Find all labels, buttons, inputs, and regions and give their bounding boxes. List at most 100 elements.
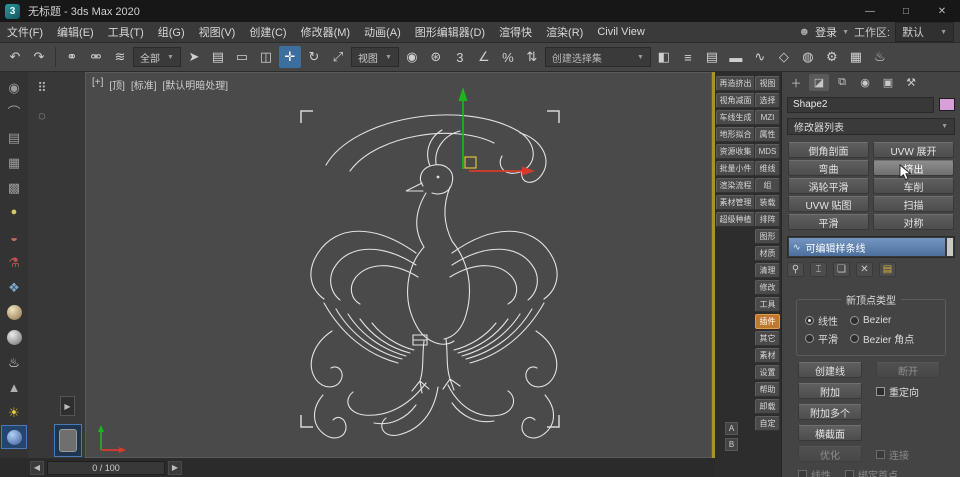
unlink-selection-icon[interactable]: ⚮ (85, 46, 107, 68)
menu-civil-view[interactable]: Civil View (590, 26, 651, 38)
create-tab-icon[interactable]: ＋ (786, 74, 806, 91)
mirror-icon[interactable]: ◧ (653, 46, 675, 68)
eye-icon[interactable]: ◉ (2, 76, 26, 98)
snap-toggle-icon[interactable]: 3 (449, 46, 471, 68)
minimize-button[interactable]: — (852, 0, 888, 22)
modifier-button[interactable]: 弯曲 (788, 160, 869, 176)
script-tool-button[interactable]: 车线生成 (716, 110, 755, 125)
schematic-view-icon[interactable]: ◇ (773, 46, 795, 68)
3dsmax-logo-icon[interactable]: 3 (5, 3, 20, 19)
modifier-button[interactable]: 挤出 (873, 160, 954, 176)
script-tool-button[interactable]: 素材管理 (716, 195, 755, 210)
select-and-rotate-icon[interactable]: ↻ (303, 46, 325, 68)
menu-group[interactable]: 组(G) (151, 24, 192, 40)
create-line-button[interactable]: 创建线 (798, 362, 862, 378)
menu-create[interactable]: 创建(C) (242, 24, 293, 40)
connect-checkbox[interactable]: 连接 (876, 447, 909, 462)
login-caret-icon[interactable]: ▼ (842, 29, 849, 36)
motion-tab-icon[interactable]: ◉ (855, 74, 875, 91)
script-tool-button[interactable]: 超级种植 (716, 212, 755, 227)
script-tool-button[interactable]: 渲染流程 (716, 178, 755, 193)
stack-scrollbar[interactable] (947, 238, 953, 256)
menu-graph-editors[interactable]: 图形编辑器(D) (408, 24, 492, 40)
script-category-button[interactable]: 清理 (755, 263, 780, 278)
script-category-button[interactable]: 组 (755, 178, 780, 193)
menu-views[interactable]: 视图(V) (192, 24, 243, 40)
select-object-icon[interactable]: ➤ (183, 46, 205, 68)
radio-smooth[interactable]: 平滑 (805, 331, 838, 346)
attach-button[interactable]: 附加 (798, 383, 862, 399)
angle-snap-icon[interactable]: ∠ (473, 46, 495, 68)
modifier-button[interactable]: UVW 展开 (873, 142, 954, 158)
script-category-button[interactable]: 自定 (755, 416, 780, 431)
make-unique-icon[interactable]: ❏ (833, 262, 850, 277)
refine-button[interactable]: 优化 (798, 446, 862, 462)
script-category-button[interactable]: 材质 (755, 246, 780, 261)
undo-icon[interactable]: ↶ (4, 46, 26, 68)
break-button[interactable]: 断开 (876, 362, 940, 378)
script-category-button[interactable]: 选择 (755, 93, 780, 108)
bulb-icon[interactable]: ● (2, 201, 26, 223)
script-category-button[interactable]: 修改 (755, 280, 780, 295)
render-production-icon[interactable]: ♨ (869, 46, 891, 68)
script-category-button[interactable]: 帮助 (755, 382, 780, 397)
use-pivot-point-icon[interactable]: ◉ (401, 46, 423, 68)
viewport[interactable]: [+] [顶] [标准] [默认明暗处理] (85, 72, 712, 458)
sun-icon[interactable]: ☀ (2, 401, 26, 423)
layer-explorer-icon[interactable]: ▤ (701, 46, 723, 68)
sphere-gray-icon[interactable] (2, 326, 26, 348)
menu-animation[interactable]: 动画(A) (357, 24, 408, 40)
viewport-menu-standard[interactable]: [标准] (131, 77, 157, 92)
remove-modifier-icon[interactable]: ✕ (856, 262, 873, 277)
script-category-button[interactable]: 视图 (755, 76, 780, 91)
material-editor-icon[interactable]: ◍ (797, 46, 819, 68)
select-and-scale-icon[interactable]: ⤢ (327, 46, 349, 68)
next-frame-button[interactable]: ▶ (168, 460, 182, 475)
script-category-button[interactable]: 插件 (755, 314, 780, 329)
radio-linear[interactable]: 线性 (805, 313, 838, 328)
linear-checkbox[interactable]: 线性 (798, 467, 831, 477)
hierarchy-tab-icon[interactable]: ⧉ (832, 74, 852, 91)
sphere-tan-icon[interactable] (2, 301, 26, 323)
bind-to-space-warp-icon[interactable]: ≋ (109, 46, 131, 68)
modifier-button[interactable]: 平滑 (788, 214, 869, 230)
previous-frame-button[interactable]: ◀ (30, 460, 44, 475)
script-tool-button[interactable]: 资源收集 (716, 144, 755, 159)
ribbon-icon[interactable]: ▬ (725, 46, 747, 68)
script-category-button[interactable]: 素材 (755, 348, 780, 363)
reorient-checkbox[interactable]: 重定向 (876, 384, 919, 399)
grid-icon[interactable]: ▩ (2, 176, 26, 198)
attach-multiple-button[interactable]: 附加多个 (798, 404, 862, 420)
menu-modifiers[interactable]: 修改器(M) (294, 24, 358, 40)
modifier-button[interactable]: UVW 贴图 (788, 196, 869, 212)
radio-bezier-corner[interactable]: Bezier 角点 (850, 331, 914, 346)
script-tool-button[interactable]: 视角减面 (716, 93, 755, 108)
modifier-button[interactable]: 车削 (873, 178, 954, 194)
utilities-tab-icon[interactable]: ⚒ (901, 74, 921, 91)
bind-first-checkbox[interactable]: 绑定首点 (845, 467, 898, 477)
arc-icon[interactable]: ⌒ (2, 101, 26, 123)
slot-a-button[interactable]: A (725, 422, 738, 435)
select-and-link-icon[interactable]: ⚭ (61, 46, 83, 68)
script-category-button[interactable]: 工具 (755, 297, 780, 312)
script-tool-button[interactable]: 再造挤出 (716, 76, 755, 91)
expand-arrow-button[interactable]: ▶ (60, 396, 75, 416)
display-tab-icon[interactable]: ▣ (878, 74, 898, 91)
pin-stack-icon[interactable]: ⚲ (787, 262, 804, 277)
script-category-button[interactable]: 排阵 (755, 212, 780, 227)
window-crossing-toggle-icon[interactable]: ◫ (255, 46, 277, 68)
workspace-dropdown[interactable]: 默认 ▼ (895, 22, 954, 42)
modifier-button[interactable]: 涡轮平滑 (788, 178, 869, 194)
move-gizmo[interactable] (458, 87, 536, 176)
script-category-button[interactable]: 图形 (755, 229, 780, 244)
radio-bezier[interactable]: Bezier (850, 315, 891, 326)
cross-section-button[interactable]: 横截面 (798, 425, 862, 441)
reference-coordinate-dropdown[interactable]: 视图 ▼ (350, 47, 399, 67)
menu-tools[interactable]: 工具(T) (101, 24, 151, 40)
viewport-menu-shading[interactable]: [默认明暗处理] (163, 77, 229, 92)
sphere-blue-icon[interactable] (1, 425, 27, 449)
modify-tab-icon[interactable]: ◪ (809, 74, 829, 91)
time-slider[interactable]: 0 / 100 (47, 460, 165, 475)
menu-file[interactable]: 文件(F) (0, 24, 50, 40)
rectangular-selection-region-icon[interactable]: ▭ (231, 46, 253, 68)
